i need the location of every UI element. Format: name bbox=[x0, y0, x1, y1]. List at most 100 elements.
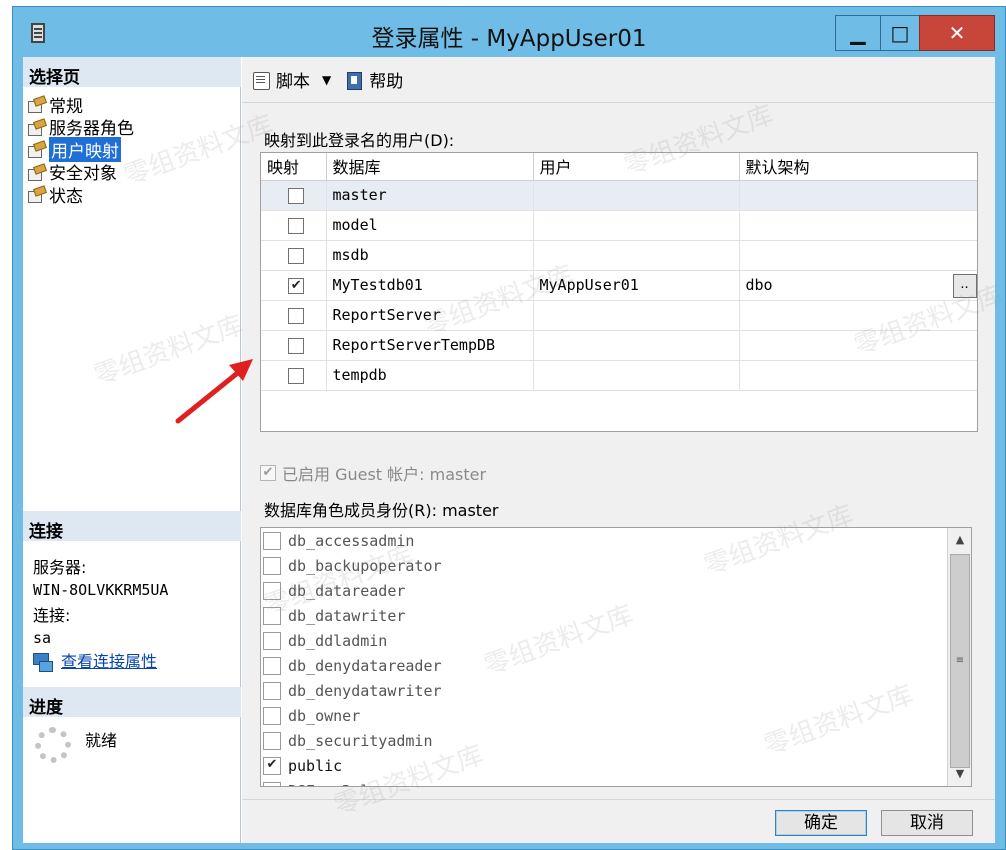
scroll-thumb[interactable]: ≡ bbox=[950, 554, 970, 768]
page-icon bbox=[27, 141, 45, 159]
nav-item[interactable]: 用户映射 bbox=[27, 136, 134, 162]
role-item[interactable]: db_datareader bbox=[261, 578, 947, 603]
scroll-up-arrow-icon[interactable]: ▲ bbox=[950, 530, 970, 550]
nav-item[interactable]: 状态 bbox=[27, 182, 134, 207]
script-dropdown-caret-icon[interactable]: ▼ bbox=[322, 73, 331, 87]
role-checkbox[interactable] bbox=[263, 706, 281, 725]
default-schema-cell[interactable] bbox=[739, 180, 977, 211]
user-cell[interactable] bbox=[533, 300, 740, 331]
mapping-row[interactable]: ReportServerTempDB bbox=[261, 330, 977, 361]
script-button[interactable]: 脚本 bbox=[276, 67, 310, 92]
mapping-row[interactable]: ✔ MyTestdb01 MyAppUser01 dbo.. bbox=[261, 270, 977, 301]
mapping-row[interactable]: model bbox=[261, 210, 977, 241]
default-schema-cell[interactable] bbox=[739, 210, 977, 241]
role-item[interactable]: db_owner bbox=[261, 703, 947, 728]
cancel-button[interactable]: 取消 bbox=[881, 810, 973, 836]
role-checkbox[interactable] bbox=[263, 731, 281, 750]
default-schema-cell[interactable] bbox=[739, 300, 977, 331]
help-icon[interactable] bbox=[345, 71, 363, 90]
role-checkbox[interactable]: ✔ bbox=[263, 756, 281, 775]
role-checkbox[interactable] bbox=[263, 581, 281, 600]
mapping-row[interactable]: msdb bbox=[261, 240, 977, 271]
role-item[interactable]: ✔ public bbox=[261, 753, 947, 778]
nav-item[interactable]: 常规 bbox=[27, 92, 134, 117]
role-item[interactable]: db_securityadmin bbox=[261, 728, 947, 753]
role-item[interactable]: db_ddladmin bbox=[261, 628, 947, 653]
guest-account-row: ✔ 已启用 Guest 帐户: master bbox=[260, 461, 486, 485]
col-header-map[interactable]: 映射 bbox=[261, 153, 327, 181]
connection-header: 连接 bbox=[23, 511, 241, 542]
nav-item[interactable]: 服务器角色 bbox=[27, 116, 134, 139]
nav-item-label[interactable]: 安全对象 bbox=[49, 159, 117, 184]
default-schema-cell[interactable]: dbo.. bbox=[739, 270, 977, 301]
nav-item-label[interactable]: 状态 bbox=[49, 182, 83, 207]
ok-button[interactable]: 确定 bbox=[775, 810, 867, 836]
map-cell bbox=[261, 180, 327, 211]
page-nav-list: 常规 服务器角色 用户映射 安全对象 状态 bbox=[27, 92, 134, 207]
minimize-button[interactable]: ▁ bbox=[835, 15, 881, 51]
role-item[interactable]: db_backupoperator bbox=[261, 553, 947, 578]
network-icon bbox=[33, 653, 53, 672]
role-item[interactable]: db_accessadmin bbox=[261, 528, 947, 553]
default-schema-cell[interactable] bbox=[739, 240, 977, 271]
map-checkbox[interactable] bbox=[288, 307, 305, 324]
role-name: db_denydatareader bbox=[288, 656, 442, 675]
default-schema-cell[interactable] bbox=[739, 330, 977, 361]
default-schema-cell[interactable] bbox=[739, 360, 977, 391]
user-cell[interactable] bbox=[533, 210, 740, 241]
page-icon bbox=[27, 96, 45, 114]
role-item[interactable]: db_denydatareader bbox=[261, 653, 947, 678]
maximize-button[interactable]: □ bbox=[880, 15, 920, 51]
title-bar[interactable]: 登录属性 - MyAppUser01 ▁ □ ✕ bbox=[13, 7, 1005, 57]
view-connection-properties-link[interactable]: 查看连接属性 bbox=[61, 651, 157, 673]
database-cell: model bbox=[326, 210, 534, 241]
map-checkbox[interactable]: ✔ bbox=[288, 277, 305, 294]
role-item[interactable]: db_datawriter bbox=[261, 603, 947, 628]
mapping-row[interactable]: ReportServer bbox=[261, 300, 977, 331]
nav-item-label[interactable]: 服务器角色 bbox=[49, 114, 134, 139]
role-checkbox[interactable] bbox=[263, 556, 281, 575]
role-checkbox[interactable] bbox=[263, 606, 281, 625]
close-button[interactable]: ✕ bbox=[919, 15, 995, 51]
role-checkbox[interactable] bbox=[263, 631, 281, 650]
role-name: db_datareader bbox=[288, 581, 406, 600]
role-item[interactable]: db_denydatawriter bbox=[261, 678, 947, 703]
col-header-database[interactable]: 数据库 bbox=[326, 153, 534, 181]
user-cell[interactable] bbox=[533, 330, 740, 361]
role-item[interactable]: RSExecRole bbox=[261, 778, 947, 786]
scroll-down-arrow-icon[interactable]: ▼ bbox=[950, 764, 970, 784]
map-checkbox[interactable] bbox=[288, 187, 305, 204]
help-button[interactable]: 帮助 bbox=[369, 67, 403, 92]
script-icon[interactable] bbox=[252, 71, 270, 90]
user-cell[interactable] bbox=[533, 180, 740, 211]
col-header-user[interactable]: 用户 bbox=[533, 153, 740, 181]
red-annotation-arrow-icon bbox=[175, 359, 253, 424]
col-header-default-schema[interactable]: 默认架构 bbox=[739, 153, 977, 181]
connection-label: 连接: bbox=[33, 606, 71, 625]
database-cell: ReportServerTempDB bbox=[326, 330, 534, 361]
schema-browse-button[interactable]: .. bbox=[952, 273, 977, 298]
map-checkbox[interactable] bbox=[288, 247, 305, 264]
map-checkbox[interactable] bbox=[288, 337, 305, 354]
role-checkbox[interactable] bbox=[263, 681, 281, 700]
mapping-row[interactable]: master bbox=[261, 180, 977, 211]
database-cell: msdb bbox=[326, 240, 534, 271]
role-checkbox[interactable] bbox=[263, 656, 281, 675]
mapping-row[interactable]: tempdb bbox=[261, 360, 977, 391]
user-cell[interactable] bbox=[533, 360, 740, 391]
role-checkbox[interactable] bbox=[263, 781, 281, 786]
map-checkbox[interactable] bbox=[288, 367, 305, 384]
role-name: public bbox=[288, 756, 343, 775]
nav-item[interactable]: 安全对象 bbox=[27, 161, 134, 184]
role-checkbox[interactable] bbox=[263, 531, 281, 550]
view-connection-properties[interactable]: 查看连接属性 bbox=[33, 651, 168, 673]
nav-item-label[interactable]: 常规 bbox=[49, 92, 83, 117]
map-cell bbox=[261, 300, 327, 331]
login-properties-dialog: 登录属性 - MyAppUser01 ▁ □ ✕ 选择页 常规 服务器角色 用户映射… bbox=[12, 6, 1006, 850]
map-checkbox[interactable] bbox=[288, 217, 305, 234]
user-cell[interactable]: MyAppUser01 bbox=[533, 270, 740, 301]
roles-scrollbar[interactable]: ▲ ≡ ▼ bbox=[947, 528, 971, 786]
user-mapping-grid: 映射 数据库 用户 默认架构 master model msdb ✔ MyTestdb0… bbox=[260, 152, 978, 432]
nav-item-label[interactable]: 用户映射 bbox=[49, 136, 121, 162]
user-cell[interactable] bbox=[533, 240, 740, 271]
